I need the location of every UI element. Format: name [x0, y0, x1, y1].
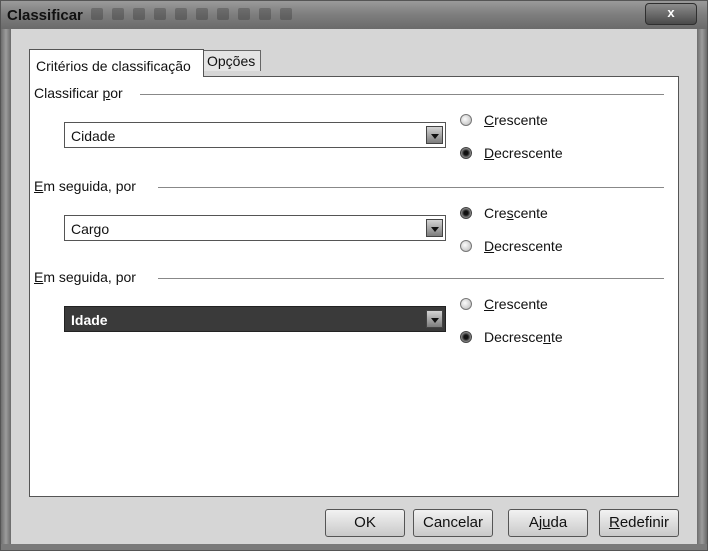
chevron-down-icon[interactable]: [426, 310, 443, 328]
tab-options[interactable]: Opções: [203, 50, 261, 71]
reset-button[interactable]: Redefinir: [599, 509, 679, 537]
radio-on-icon: [460, 147, 472, 159]
ok-button[interactable]: OK: [325, 509, 405, 537]
chevron-down-icon[interactable]: [426, 219, 443, 237]
sort-key-2-value: Cargo: [71, 221, 110, 237]
window-frame-right: [697, 29, 707, 550]
sort-key-3-select[interactable]: Idade: [64, 306, 446, 332]
tab-sort-criteria[interactable]: Critérios de classificação: [29, 49, 204, 77]
group-separator: [140, 94, 664, 95]
sort-key-3-ascending-label: Crescente: [484, 296, 548, 312]
help-button[interactable]: Ajuda: [508, 509, 588, 537]
window-frame-bottom: [1, 544, 707, 550]
radio-on-icon: [460, 207, 472, 219]
sort-key-2-ascending-label: Crescente: [484, 205, 548, 221]
cancel-button[interactable]: Cancelar: [413, 509, 493, 537]
sort-key-2-descending-label: Decrescente: [484, 238, 563, 254]
sort-key-1-descending-label: Decrescente: [484, 145, 563, 161]
group-separator: [158, 278, 664, 279]
close-button[interactable]: x: [645, 3, 697, 25]
sort-key-1-label: Classificar por: [34, 85, 131, 101]
radio-on-icon: [460, 331, 472, 343]
window-frame-left: [1, 29, 11, 550]
radio-off-icon: [460, 298, 472, 310]
title-bar[interactable]: Classificar x: [1, 1, 707, 29]
group-separator: [158, 187, 664, 188]
sort-key-3-label: Em seguida, por: [34, 269, 144, 285]
sort-key-1-ascending-label: Crescente: [484, 112, 548, 128]
sort-key-3-descending-label: Decrescente: [484, 329, 563, 345]
sort-criteria-panel: Classificar por Cidade Crescente Decresc…: [29, 76, 679, 497]
sort-key-1-select[interactable]: Cidade: [64, 122, 446, 148]
sort-dialog: Classificar x Critérios de classificação…: [0, 0, 708, 551]
sort-key-3-value: Idade: [71, 312, 108, 328]
radio-off-icon: [460, 240, 472, 252]
background-toolbar: [91, 7, 391, 23]
dialog-client-area: Critérios de classificação Opções Classi…: [11, 29, 697, 545]
sort-key-1-value: Cidade: [71, 128, 116, 144]
sort-key-2-select[interactable]: Cargo: [64, 215, 446, 241]
window-title: Classificar: [7, 7, 83, 24]
radio-off-icon: [460, 114, 472, 126]
sort-key-2-label: Em seguida, por: [34, 178, 144, 194]
chevron-down-icon[interactable]: [426, 126, 443, 144]
